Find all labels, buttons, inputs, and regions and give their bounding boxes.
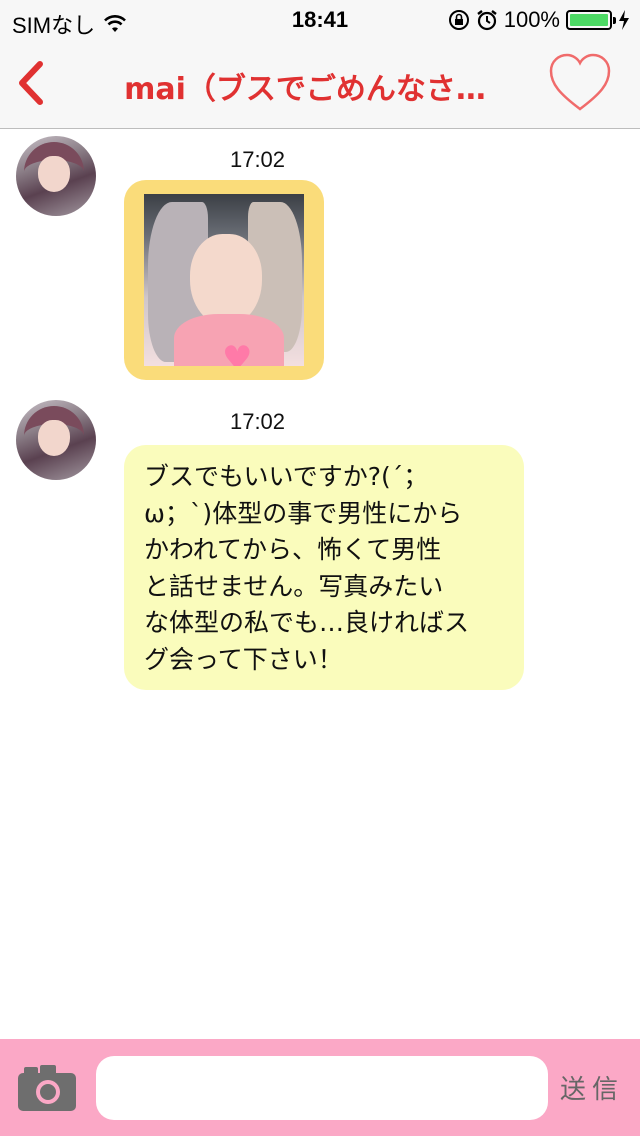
send-button[interactable]: 送信 <box>560 1067 632 1107</box>
rotation-lock-icon <box>448 10 469 30</box>
photo-face <box>190 234 262 326</box>
message-photo[interactable]: ♥ <box>144 194 304 366</box>
nav-bar: mai（ブスでごめんなさ… <box>0 40 640 129</box>
heart-outline-icon <box>549 53 611 111</box>
status-bar: SIMなし 18:41 100% <box>0 0 640 40</box>
message-input[interactable] <box>96 1056 548 1120</box>
message-input-bar: 送信 <box>0 1039 640 1136</box>
alarm-icon <box>476 10 497 31</box>
message-timestamp: 17:02 <box>229 147 286 172</box>
camera-button[interactable] <box>16 1063 78 1113</box>
battery-tip <box>613 17 616 24</box>
battery-fill <box>570 14 608 26</box>
message-timestamp: 17:02 <box>229 409 286 434</box>
avatar-face <box>38 156 70 192</box>
avatar[interactable] <box>16 136 96 216</box>
chat-thread[interactable]: 17:02 ♥ 17:02 ブスでもいいですか?(´； ω；`)体型の事で男性に… <box>0 129 640 1039</box>
battery-percent: 100% <box>503 7 560 32</box>
chevron-left-icon <box>19 61 43 105</box>
avatar[interactable] <box>16 400 96 480</box>
back-button[interactable] <box>10 58 54 108</box>
text-message-bubble[interactable]: ブスでもいいですか?(´； ω；`)体型の事で男性にから かわれてから、怖くて男… <box>124 445 524 690</box>
camera-icon <box>18 1065 76 1111</box>
image-message-bubble[interactable]: ♥ <box>124 180 324 380</box>
battery-icon <box>566 10 616 30</box>
avatar-face <box>38 420 70 456</box>
heart-sticker-icon: ♥ <box>222 339 253 366</box>
page-title: mai（ブスでごめんなさ… <box>124 72 486 107</box>
status-right: 100% <box>448 7 630 33</box>
favorite-button[interactable] <box>548 52 612 114</box>
charging-icon <box>619 10 629 30</box>
